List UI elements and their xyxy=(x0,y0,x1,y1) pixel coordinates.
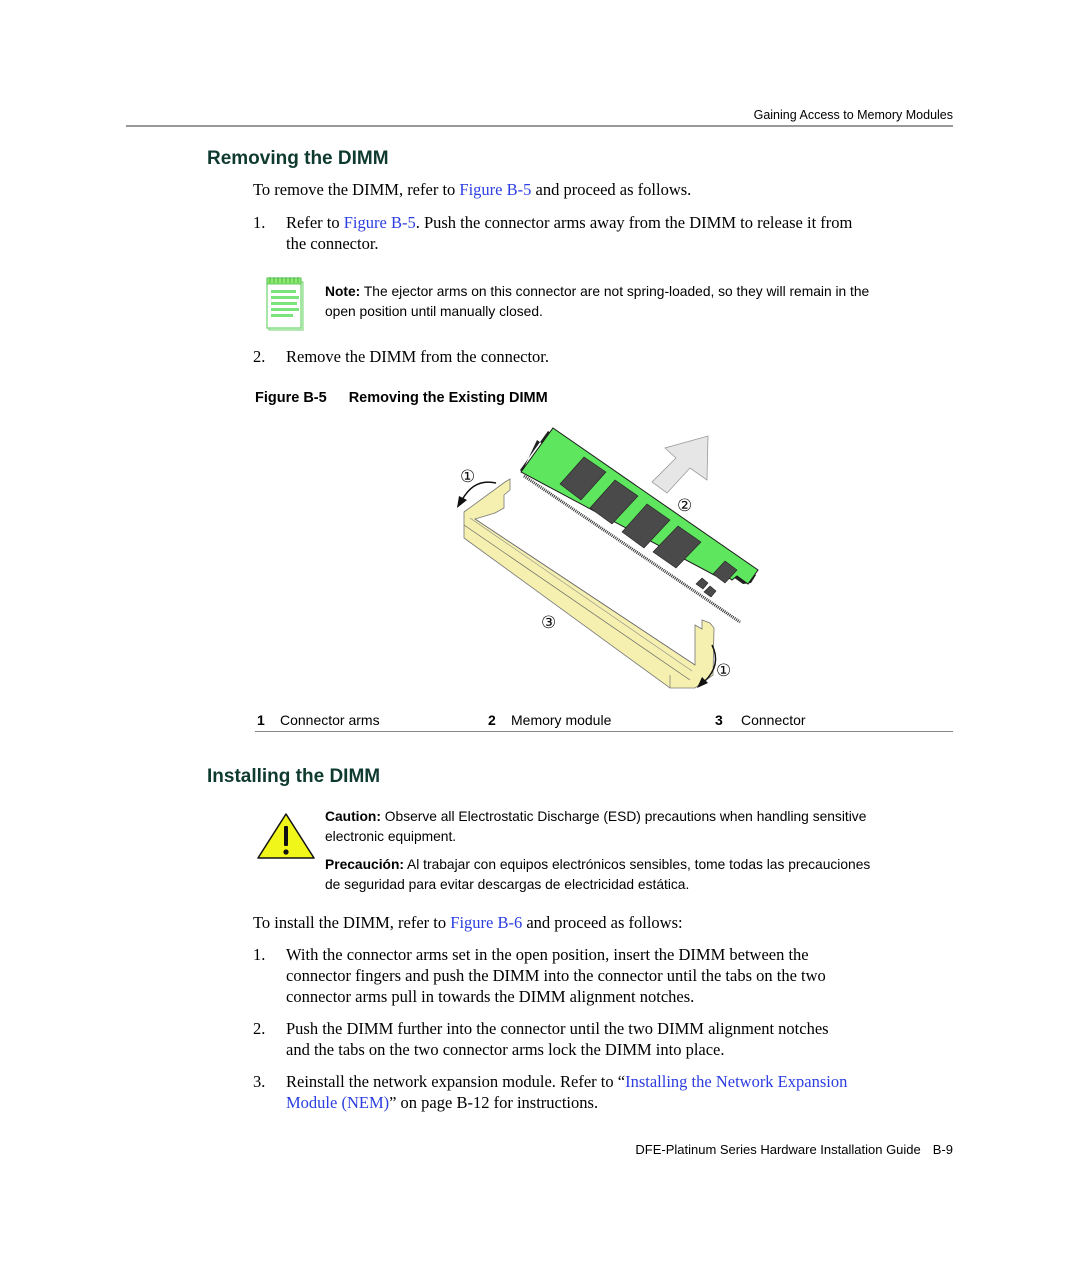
note-text: open position until manually closed. xyxy=(325,304,543,319)
section-heading-removing: Removing the DIMM xyxy=(207,148,389,169)
step-text: ” on page B-12 for instructions. xyxy=(389,1093,599,1112)
installing-intro-text-end: and proceed as follows: xyxy=(522,913,683,932)
caution-callout: Caution: Observe all Electrostatic Disch… xyxy=(325,807,965,847)
precaucion-text: Al trabajar con equipos electrónicos sen… xyxy=(403,857,871,872)
note-callout: Note: The ejector arms on this connector… xyxy=(325,282,965,322)
footer-page-number: B-9 xyxy=(932,1142,953,1157)
callout-1-bottom: ① xyxy=(716,661,731,681)
step-text: . Push the connector arms away from the … xyxy=(415,213,853,232)
step-text: Refer to xyxy=(286,213,344,232)
caution-text: Observe all Electrostatic Discharge (ESD… xyxy=(380,809,867,824)
step-number: 2. xyxy=(253,347,266,366)
installing-intro-text: To install the DIMM, refer to xyxy=(253,913,451,932)
removing-intro-text-end: and proceed as follows. xyxy=(531,180,692,199)
removing-intro-text: To remove the DIMM, refer to xyxy=(253,180,460,199)
section-heading-installing: Installing the DIMM xyxy=(207,766,381,787)
precaucion-label: Precaución: xyxy=(325,857,404,872)
removing-step-1: 1. Refer to Figure B-5. Push the connect… xyxy=(253,212,953,254)
note-label: Note: xyxy=(325,284,361,299)
step-text: connector arms pull in towards the DIMM … xyxy=(286,987,695,1006)
dimm-removal-figure: ① ② ③ ① xyxy=(440,420,770,700)
legend-number: 1 xyxy=(257,712,265,728)
removing-step-2: 2. Remove the DIMM from the connector. xyxy=(253,346,953,367)
footer-guide-title: DFE-Platinum Series Hardware Installatio… xyxy=(635,1142,921,1157)
precaucion-callout: Precaución: Al trabajar con equipos elec… xyxy=(325,855,965,895)
step-text: connector fingers and push the DIMM into… xyxy=(286,966,826,985)
installing-step-2: 2. Push the DIMM further into the connec… xyxy=(253,1018,953,1060)
installing-step-1: 1. With the connector arms set in the op… xyxy=(253,944,953,1007)
installing-nem-link[interactable]: Installing the Network Expansion xyxy=(625,1072,847,1091)
step-number: 1. xyxy=(253,945,266,964)
figure-title: Removing the Existing DIMM xyxy=(348,390,548,406)
callout-2: ② xyxy=(677,496,692,516)
warning-triangle-icon xyxy=(256,812,316,860)
step-number: 1. xyxy=(253,213,266,232)
figure-caption: Figure B-5 Removing the Existing DIMM xyxy=(255,390,548,406)
callout-1-top: ① xyxy=(460,467,475,487)
removal-direction-arrow xyxy=(651,435,709,494)
step-text: Remove the DIMM from the connector. xyxy=(286,347,550,366)
installing-nem-link[interactable]: Module (NEM) xyxy=(286,1093,389,1112)
figure-b6-link[interactable]: Figure B-6 xyxy=(450,913,522,932)
step-text: the connector. xyxy=(286,234,379,253)
step-text: Reinstall the network expansion module. … xyxy=(286,1072,626,1091)
figure-b5-link[interactable]: Figure B-5 xyxy=(459,180,531,199)
legend-number: 2 xyxy=(488,712,496,728)
figure-number: Figure B-5 xyxy=(255,390,327,406)
removing-intro: To remove the DIMM, refer to Figure B-5 … xyxy=(253,179,953,200)
note-text: The ejector arms on this connector are n… xyxy=(360,284,870,299)
callout-3: ③ xyxy=(541,613,556,633)
header-rule xyxy=(126,125,953,127)
legend-label: Connector arms xyxy=(280,712,380,728)
figure-b5-link[interactable]: Figure B-5 xyxy=(344,213,416,232)
page-footer: DFE-Platinum Series Hardware Installatio… xyxy=(600,1142,953,1157)
step-text: and the tabs on the two connector arms l… xyxy=(286,1040,725,1059)
legend-label: Memory module xyxy=(511,712,612,728)
notepad-icon xyxy=(262,276,306,332)
legend-label: Connector xyxy=(741,712,806,728)
step-number: 2. xyxy=(253,1019,266,1038)
legend-number: 3 xyxy=(715,712,723,728)
precaucion-text: de seguridad para evitar descargas de el… xyxy=(325,877,690,892)
figure-legend: 1 Connector arms 2 Memory module 3 Conne… xyxy=(255,711,953,732)
step-number: 3. xyxy=(253,1072,266,1091)
caution-label: Caution: xyxy=(325,809,381,824)
caution-text: electronic equipment. xyxy=(325,829,457,844)
installing-intro: To install the DIMM, refer to Figure B-6… xyxy=(253,912,953,933)
installing-step-3: 3. Reinstall the network expansion modul… xyxy=(253,1071,953,1113)
step-text: Push the DIMM further into the connector… xyxy=(286,1019,829,1038)
running-header: Gaining Access to Memory Modules xyxy=(753,108,953,122)
step-text: With the connector arms set in the open … xyxy=(286,945,809,964)
